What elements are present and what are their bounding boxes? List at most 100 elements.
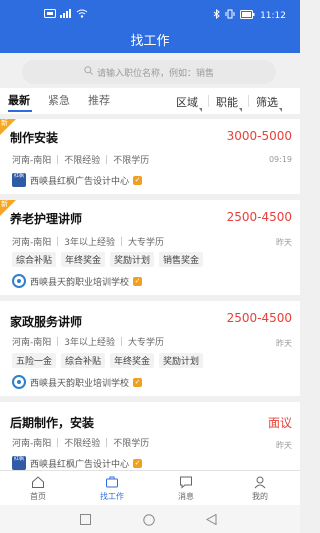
back-triangle-icon[interactable] [206,514,217,525]
nav-me[interactable]: 我的 [230,475,290,502]
job-requirements: 河南-南阳 不限经验 不限学历 [12,436,149,449]
company-logo: 红枫 [12,173,26,187]
message-icon [180,476,192,489]
job-experience: 3年以上经验 [64,238,115,248]
bluetooth-icon [213,8,220,22]
wifi-icon [76,9,88,21]
verified-icon: ✓ [133,175,143,185]
active-tab-indicator [8,110,32,112]
job-card[interactable]: 后期制作，安装 面议 河南-南阳 不限经验 不限学历 昨天 红枫 西峡县红枫广告… [0,402,300,470]
post-time: 昨天 [276,339,292,348]
battery-icon [240,9,255,22]
job-card[interactable]: 家政服务讲师 2500-4500 河南-南阳 3年以上经验 大专学历 昨天 五险… [0,301,300,396]
verified-icon: ✓ [133,276,143,286]
company-logo: 红枫 [12,456,26,470]
dropdown-arrow-icon [239,108,242,112]
job-card[interactable]: 新 制作安装 3000-5000 河南-南阳 不限经验 不限学历 09:19 红… [0,119,300,194]
benefit-tag: 年终奖金 [61,252,106,267]
company-info[interactable]: 红枫 西峡县红枫广告设计中心 ✓ [12,456,143,470]
briefcase-icon [106,476,118,488]
job-education: 大专学历 [127,338,164,348]
nav-label: 首页 [30,492,46,501]
job-salary: 2500-4500 [226,210,292,224]
company-logo [12,375,26,389]
tab-recommended[interactable]: 推荐 [88,92,110,108]
job-title: 制作安装 [10,131,59,145]
benefit-tags: 综合补贴 年终奖金 奖励计划 销售奖金 [12,252,204,267]
divider [248,95,249,107]
benefit-tag: 销售奖金 [159,252,204,267]
user-icon [254,476,266,489]
benefit-tag: 五险一金 [12,353,57,368]
job-title: 后期制作，安装 [10,416,95,430]
signal-icon [60,9,72,21]
company-info[interactable]: 西峡县天韵职业培训学校 ✓ [12,274,143,288]
nav-messages[interactable]: 消息 [156,475,216,502]
search-input[interactable]: 请输入职位名称，例如：销售 [22,60,276,84]
divider [208,95,209,107]
search-area: 请输入职位名称，例如：销售 [0,53,300,88]
benefit-tag: 奖励计划 [110,252,155,267]
benefit-tag: 奖励计划 [159,353,204,368]
job-experience: 不限经验 [64,156,101,166]
dropdown-arrow-icon [199,108,202,112]
filter-function[interactable]: 职能 [216,94,242,112]
verified-icon: ✓ [133,458,143,468]
new-badge-label: 新 [1,119,8,127]
job-education: 不限学历 [113,439,150,449]
circle-icon[interactable] [143,514,155,526]
company-logo [12,274,26,288]
status-bar: 11:12 [0,0,300,30]
job-salary: 3000-5000 [226,129,292,143]
job-requirements: 河南-南阳 3年以上经验 大专学历 [12,235,164,248]
company-name: 西峡县天韵职业培训学校 [30,378,130,389]
search-icon [84,66,93,78]
sim-icon [44,9,56,21]
company-name: 西峡县红枫广告设计中心 [30,176,130,187]
filter-tabs: 最新 紧急 推荐 区域 职能 筛选 [0,88,300,114]
job-salary: 2500-4500 [226,311,292,325]
job-requirements: 河南-南阳 不限经验 不限学历 [12,153,149,166]
job-title: 养老护理讲师 [10,212,83,226]
dropdown-arrow-icon [279,108,282,112]
nav-label: 我的 [252,492,268,501]
job-location: 河南-南阳 [12,439,52,449]
job-title: 家政服务讲师 [10,315,83,329]
company-name: 西峡县天韵职业培训学校 [30,277,130,288]
job-location: 河南-南阳 [12,156,52,166]
company-info[interactable]: 西峡县天韵职业培训学校 ✓ [12,375,143,389]
job-requirements: 河南-南阳 3年以上经验 大专学历 [12,335,164,348]
home-icon [32,476,44,488]
job-location: 河南-南阳 [12,238,52,248]
job-card[interactable]: 新 养老护理讲师 2500-4500 河南-南阳 3年以上经验 大专学历 昨天 … [0,200,300,295]
tab-latest[interactable]: 最新 [8,92,30,108]
nav-jobs[interactable]: 找工作 [82,475,142,502]
benefit-tag: 年终奖金 [110,353,155,368]
post-time: 昨天 [276,238,292,247]
vibrate-icon [225,9,235,22]
job-education: 不限学历 [113,156,150,166]
verified-icon: ✓ [133,377,143,387]
job-salary: 面议 [267,416,292,430]
job-experience: 不限经验 [64,439,101,449]
square-icon[interactable] [80,514,91,525]
nav-label: 消息 [178,492,194,501]
new-badge-label: 新 [1,200,8,208]
post-time: 09:19 [268,155,292,164]
job-location: 河南-南阳 [12,338,52,348]
bottom-nav: 首页 找工作 消息 我的 [0,470,300,506]
company-name: 西峡县红枫广告设计中心 [30,459,130,470]
filter-region[interactable]: 区域 [176,94,202,112]
search-placeholder: 请输入职位名称，例如：销售 [96,68,214,79]
company-info[interactable]: 红枫 西峡县红枫广告设计中心 ✓ [12,173,143,187]
filter-more[interactable]: 筛选 [256,94,282,112]
post-time: 昨天 [276,441,292,450]
page-title: 找工作 [0,30,300,53]
tab-urgent[interactable]: 紧急 [48,92,70,108]
benefit-tag: 综合补贴 [61,353,106,368]
job-education: 大专学历 [127,238,164,248]
nav-home[interactable]: 首页 [8,475,68,502]
system-nav-bar [0,505,300,533]
benefit-tag: 综合补贴 [12,252,57,267]
nav-label: 找工作 [100,492,124,501]
